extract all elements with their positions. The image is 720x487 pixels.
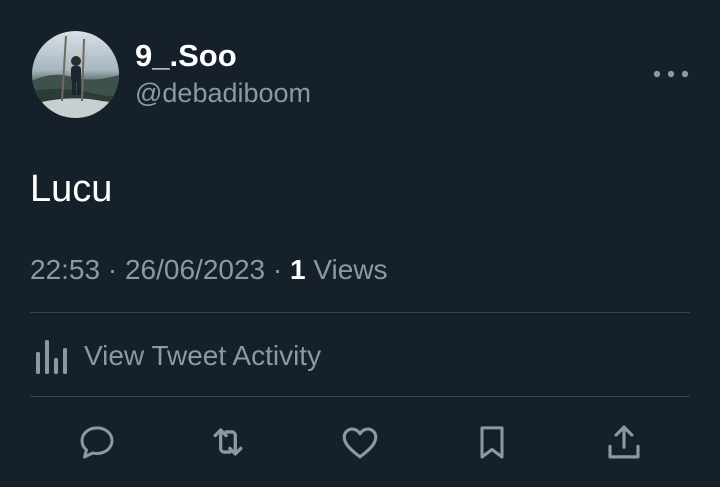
retweet-button[interactable] xyxy=(206,420,250,464)
more-horizontal-icon xyxy=(653,70,689,78)
share-button[interactable] xyxy=(602,420,646,464)
bookmark-icon xyxy=(480,426,504,459)
tweet-time[interactable]: 22:53 xyxy=(30,254,100,285)
bar-chart-icon xyxy=(36,340,67,374)
reply-icon xyxy=(80,426,114,459)
tweet-meta: 22:53 · 26/06/2023 · 1 Views xyxy=(30,254,388,286)
tweet-date[interactable]: 26/06/2023 xyxy=(125,254,265,285)
divider xyxy=(30,312,690,313)
heart-icon xyxy=(342,427,378,459)
bookmark-button[interactable] xyxy=(470,420,514,464)
display-name[interactable]: 9_.Soo xyxy=(135,38,237,74)
meta-separator: · xyxy=(272,254,283,285)
tweet-text: Lucu xyxy=(30,168,113,210)
share-icon xyxy=(608,425,640,459)
like-button[interactable] xyxy=(338,420,382,464)
reply-button[interactable] xyxy=(75,420,119,464)
views-count: 1 xyxy=(290,254,306,285)
divider xyxy=(30,396,690,397)
views-label: Views xyxy=(313,254,388,285)
avatar[interactable] xyxy=(32,31,119,118)
view-tweet-activity-button[interactable]: View Tweet Activity xyxy=(34,336,321,376)
user-handle[interactable]: @debadiboom xyxy=(135,78,311,109)
retweet-icon xyxy=(213,428,243,456)
view-tweet-activity-label: View Tweet Activity xyxy=(84,340,322,371)
avatar-image xyxy=(32,31,119,118)
meta-separator: · xyxy=(107,254,118,285)
more-options-button[interactable] xyxy=(650,64,692,84)
